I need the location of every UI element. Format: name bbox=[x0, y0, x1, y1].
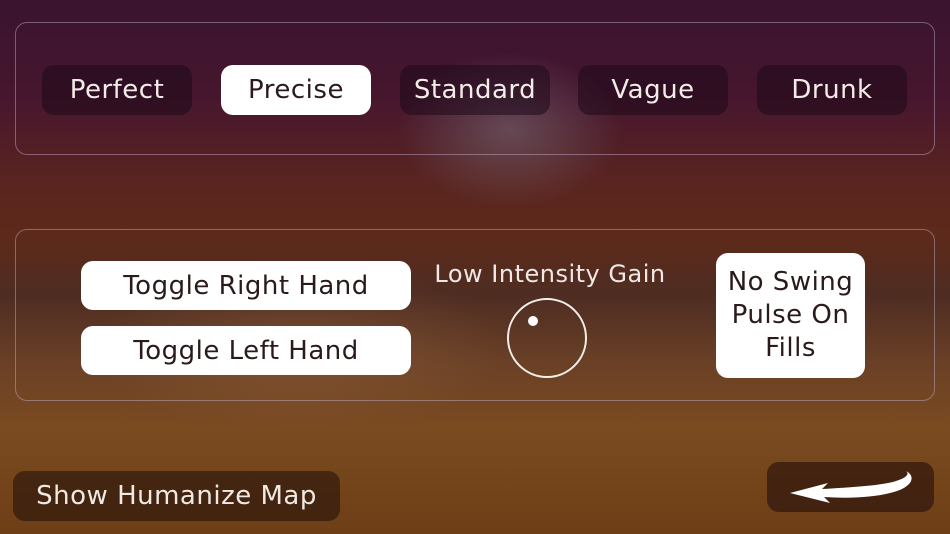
no-swing-pulse-on-fills-button[interactable]: No Swing Pulse On Fills bbox=[716, 253, 865, 378]
low-intensity-gain-label: Low Intensity Gain bbox=[434, 260, 666, 288]
toggle-right-hand-button[interactable]: Toggle Right Hand bbox=[81, 261, 411, 310]
no-swing-line-1: No Swing bbox=[727, 267, 854, 297]
preset-perfect-button[interactable]: Perfect bbox=[42, 65, 192, 115]
preset-standard-button[interactable]: Standard bbox=[400, 65, 550, 115]
preset-precise-button[interactable]: Precise bbox=[221, 65, 371, 115]
preset-drunk-button[interactable]: Drunk bbox=[757, 65, 907, 115]
no-swing-line-3: Fills bbox=[765, 333, 816, 363]
back-button[interactable] bbox=[767, 462, 934, 512]
toggle-left-hand-button[interactable]: Toggle Left Hand bbox=[81, 326, 411, 375]
no-swing-line-2: Pulse On bbox=[731, 300, 850, 330]
knob-indicator-dot bbox=[528, 316, 538, 326]
curved-back-arrow-icon bbox=[789, 471, 912, 503]
preset-vague-button[interactable]: Vague bbox=[578, 65, 728, 115]
low-intensity-gain-knob[interactable] bbox=[507, 298, 587, 378]
show-humanize-map-button[interactable]: Show Humanize Map bbox=[13, 471, 340, 521]
